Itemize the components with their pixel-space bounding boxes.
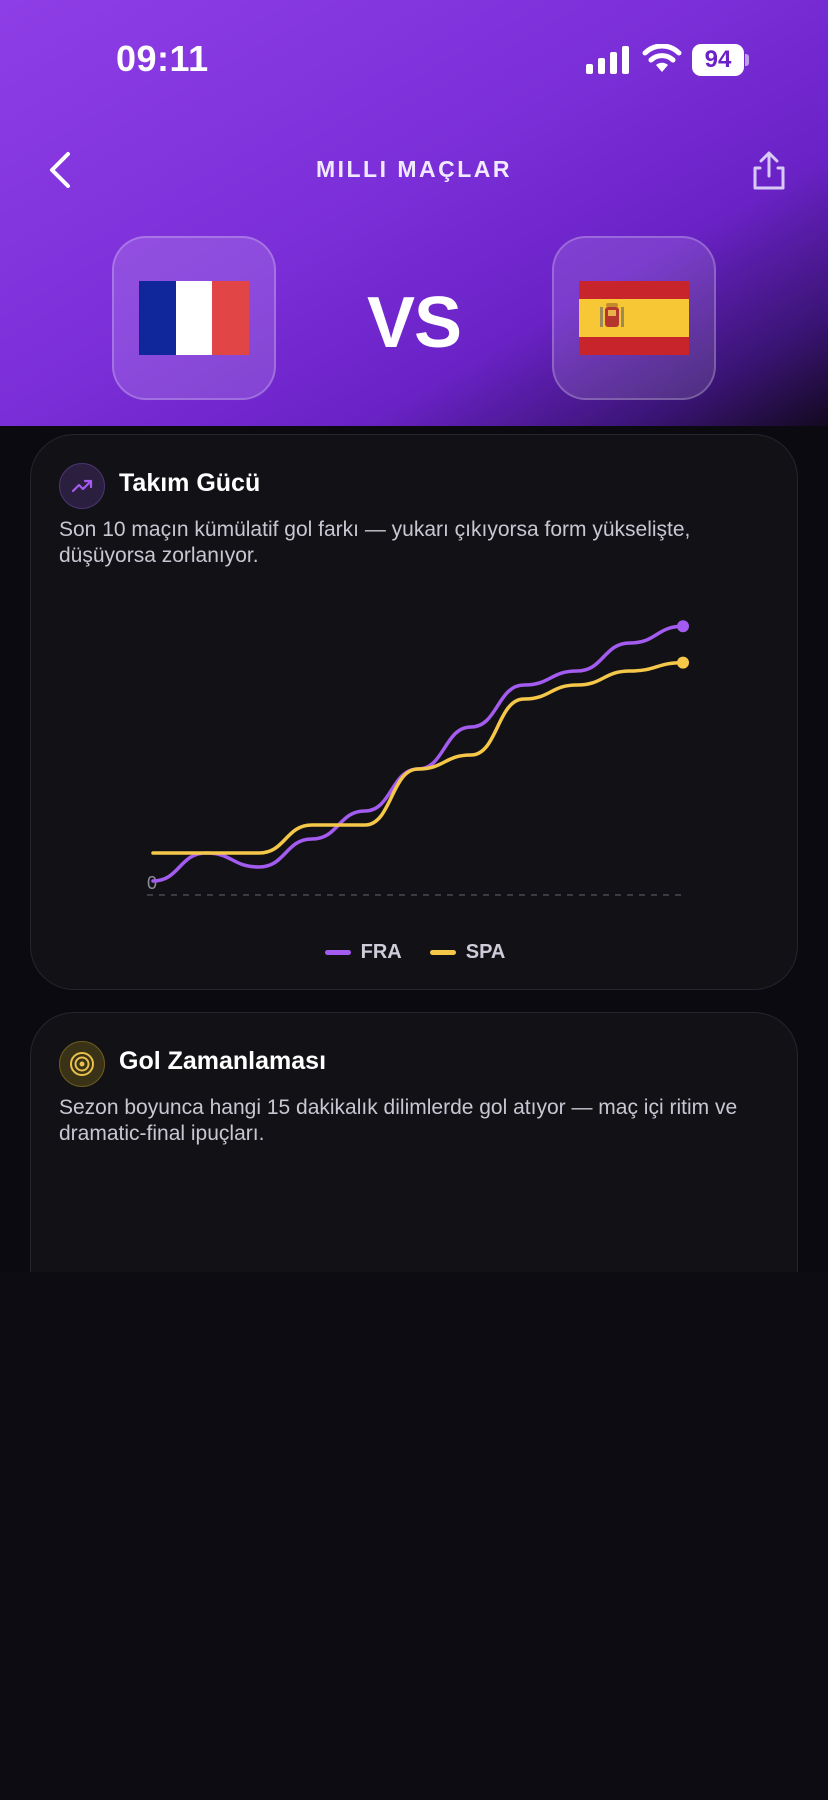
away-team-tile[interactable] [552, 236, 716, 400]
card-description: Sezon boyunca hangi 15 dakikalık dilimle… [59, 1096, 738, 1145]
match-header: 09:11 94 MILLI MAÇLAR VS [0, 0, 828, 426]
legend-swatch [429, 950, 456, 955]
share-icon[interactable] [748, 150, 790, 192]
chart-legend: FRA SPA [31, 941, 799, 964]
series-end-point-fra [677, 620, 689, 633]
legend-item-fra: FRA [324, 941, 402, 964]
series-end-point-spa [677, 656, 689, 669]
baseline-label: 0 [147, 873, 157, 893]
versus-label: VS [366, 283, 462, 363]
status-time: 09:11 [116, 38, 209, 79]
legend-label: SPA [465, 941, 506, 963]
bottom-background [0, 1272, 828, 1800]
home-team-tile[interactable] [112, 236, 276, 400]
series-line-fra [151, 624, 685, 883]
card-title: Gol Zamanlaması [119, 1047, 327, 1075]
series-line-spa [151, 660, 685, 855]
cellular-signal-icon [586, 46, 629, 74]
legend-label: FRA [360, 941, 402, 963]
team-strength-card: Takım Gücü Son 10 maçın kümülatif gol fa… [30, 434, 798, 990]
battery-icon: 94 [692, 44, 749, 76]
wifi-icon [642, 44, 682, 72]
status-bar: 09:11 94 [0, 0, 828, 120]
page-title: MILLI MAÇLAR [315, 156, 513, 182]
battery-cap [745, 54, 749, 66]
legend-item-spa: SPA [429, 941, 506, 964]
battery-level: 94 [692, 44, 744, 76]
legend-swatch [324, 950, 351, 955]
france-flag [139, 281, 249, 355]
spain-flag [579, 281, 689, 355]
target-icon [59, 1041, 105, 1087]
match-detail-screen: 09:11 94 MILLI MAÇLAR VS Takım Gücü Son … [0, 0, 828, 1800]
cumulative-goal-diff-chart: 0 [147, 620, 689, 896]
